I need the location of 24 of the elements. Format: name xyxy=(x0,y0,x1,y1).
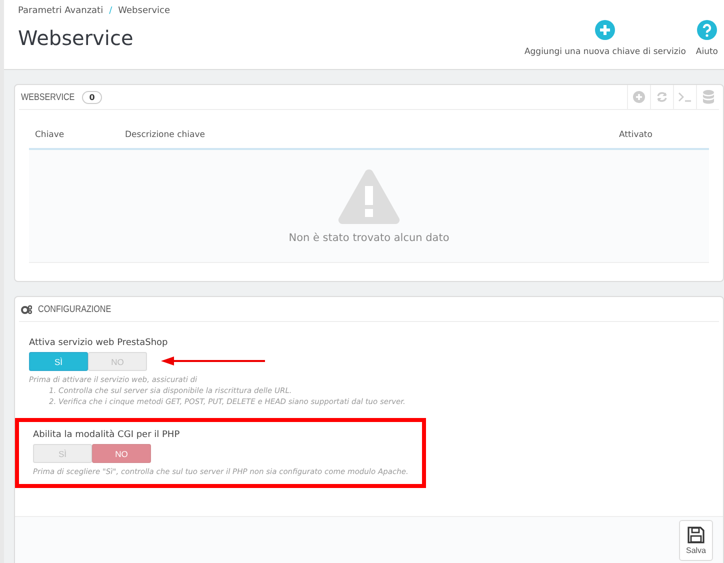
setting-label: Attiva servizio web PrestaShop xyxy=(29,338,169,348)
panel-title: WEBSERVICE xyxy=(21,92,75,102)
page-title: Webservice xyxy=(18,26,134,50)
toolbar-button[interactable]: Aiuto xyxy=(696,20,718,57)
breadcrumb-separator: / xyxy=(109,6,112,16)
column-header: Attivato xyxy=(619,130,654,140)
gears-icon xyxy=(21,304,32,314)
warning-icon xyxy=(338,168,400,224)
column-header: Descrizione chiave xyxy=(125,130,206,140)
save-button[interactable]: Salva xyxy=(678,520,713,560)
toolbar-button[interactable]: Aggiungi una nuova chiave di servizio xyxy=(524,20,686,57)
breadcrumb-link[interactable]: Parametri Avanzati xyxy=(18,6,104,16)
help-icon xyxy=(696,20,717,40)
plus-circle-icon xyxy=(633,91,645,103)
setting-label: Abilita la modalità CGI per il PHP xyxy=(33,430,181,440)
panel-title: CONFIGURAZIONE xyxy=(38,304,112,314)
refresh-icon xyxy=(656,91,668,103)
breadcrumb-link[interactable]: Webservice xyxy=(118,6,170,16)
terminal-icon xyxy=(678,92,692,102)
column-header: Chiave xyxy=(35,130,66,140)
empty-message: Non è stato trovato alcun dato xyxy=(288,232,450,244)
database-icon xyxy=(702,90,714,104)
count-badge: 0 xyxy=(82,90,102,104)
plus-circle-icon xyxy=(595,20,616,40)
